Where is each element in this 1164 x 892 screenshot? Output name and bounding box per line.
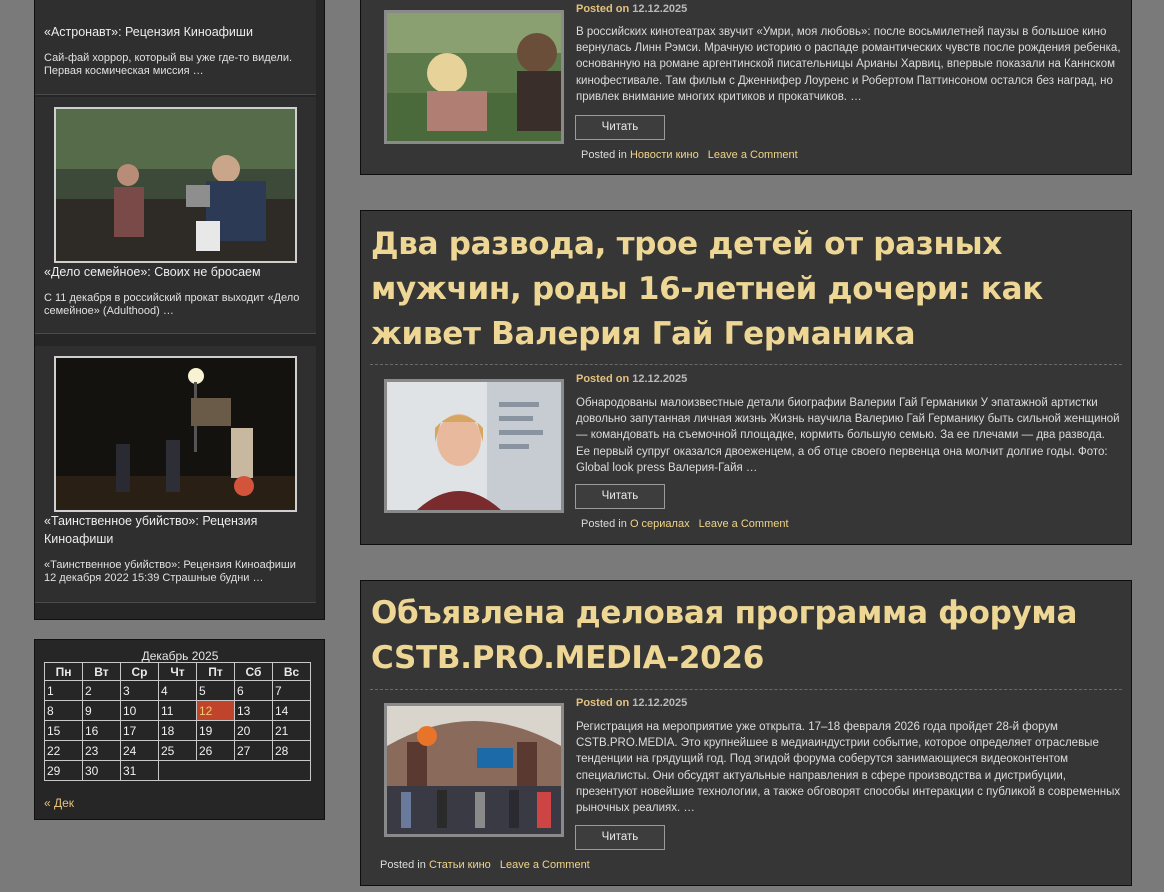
calendar-weekday-header: Чт bbox=[158, 662, 197, 681]
calendar-day: 5 bbox=[196, 680, 235, 701]
post-meta: Posted on 12.12.2025 bbox=[576, 3, 687, 15]
calendar-day: 11 bbox=[158, 700, 197, 721]
sidebar-post-title[interactable]: «Дело семейное»: Своих не бросаем bbox=[44, 263, 304, 281]
post-category-link[interactable]: О сериалах bbox=[630, 518, 690, 530]
sidebar-post-excerpt: С 11 декабря в российский прокат выходит… bbox=[44, 292, 300, 317]
calendar-day: 27 bbox=[234, 740, 273, 761]
calendar-day: 13 bbox=[234, 700, 273, 721]
calendar-day: 17 bbox=[120, 720, 159, 741]
sidebar-post-title[interactable]: «Таинственное убийство»: Рецензия Киноаф… bbox=[44, 512, 304, 548]
post-excerpt: Обнародованы малоизвестные детали биогра… bbox=[576, 397, 1120, 474]
calendar-week-row: 22 23 24 25 26 27 28 bbox=[44, 740, 311, 761]
leave-comment-link[interactable]: Leave a Comment bbox=[708, 149, 798, 161]
calendar-day: 16 bbox=[82, 720, 121, 741]
calendar-day: 8 bbox=[44, 700, 83, 721]
post-footer: Posted in О сериалах Leave a Comment bbox=[581, 518, 789, 530]
posted-on-label: Posted on bbox=[576, 697, 630, 709]
post-meta: Posted on 12.12.2025 bbox=[576, 697, 687, 709]
post-date[interactable]: 12.12.2025 bbox=[632, 697, 687, 709]
sidebar-post-thumbnail[interactable] bbox=[54, 107, 297, 263]
post-card: Два развода, трое детей от разных мужчин… bbox=[360, 210, 1132, 545]
post-date[interactable]: 12.12.2025 bbox=[632, 3, 687, 15]
calendar-day: 24 bbox=[120, 740, 159, 761]
post-thumbnail[interactable] bbox=[384, 10, 564, 144]
calendar-day: 9 bbox=[82, 700, 121, 721]
sidebar-post-excerpt: «Таинственное убийство»: Рецензия Киноаф… bbox=[44, 559, 296, 584]
calendar-day: 31 bbox=[120, 760, 159, 781]
calendar-day: 26 bbox=[196, 740, 235, 761]
post-thumbnail[interactable] bbox=[384, 703, 564, 837]
post-date[interactable]: 12.12.2025 bbox=[632, 373, 687, 385]
sidebar-post-item[interactable]: «Астронавт»: Рецензия Киноафиши Сай-фай … bbox=[35, 0, 316, 95]
post-footer: Posted in Новости кино Leave a Comment bbox=[581, 149, 798, 161]
calendar-day: 30 bbox=[82, 760, 121, 781]
calendar-weekday-header: Сб bbox=[234, 662, 273, 681]
calendar-day: 18 bbox=[158, 720, 197, 741]
calendar-pad bbox=[158, 760, 311, 781]
post-divider bbox=[370, 364, 1122, 365]
posted-in-label: Posted in bbox=[581, 149, 627, 161]
calendar-weekday-header: Пт bbox=[196, 662, 235, 681]
calendar-day: 22 bbox=[44, 740, 83, 761]
posted-on-label: Posted on bbox=[576, 373, 630, 385]
calendar-day: 2 bbox=[82, 680, 121, 701]
calendar-week-row: 29 30 31 bbox=[44, 760, 311, 781]
post-thumbnail[interactable] bbox=[384, 379, 564, 513]
posted-on-label: Posted on bbox=[576, 3, 630, 15]
calendar-week-row: 1234567 bbox=[44, 680, 311, 701]
calendar-week-row: 8 9 10 11 12 13 14 bbox=[44, 700, 311, 721]
sidebar-post-thumbnail[interactable] bbox=[54, 356, 297, 512]
calendar-weekday-header: Ср bbox=[120, 662, 159, 681]
sidebar-post-excerpt: Сай-фай хоррор, который вы уже где-то ви… bbox=[44, 52, 293, 77]
posted-in-label: Posted in bbox=[380, 859, 426, 871]
posted-in-label: Posted in bbox=[581, 518, 627, 530]
calendar-caption: Декабрь 2025 bbox=[141, 649, 219, 663]
calendar-day: 10 bbox=[120, 700, 159, 721]
calendar-day: 20 bbox=[234, 720, 273, 741]
calendar-widget: Декабрь 2025 Пн Вт Ср Чт Пт Сб Вс 1 2 3 4 5 6 7 8 9 10 1… bbox=[34, 639, 325, 820]
post-meta: Posted on 12.12.2025 bbox=[576, 373, 687, 385]
read-more-button[interactable]: Читать bbox=[575, 825, 665, 850]
calendar-weekday-header: Вс bbox=[272, 662, 311, 681]
calendar-prev-month-link[interactable]: « Дек bbox=[44, 796, 74, 810]
post-footer: Posted in Статьи кино Leave a Comment bbox=[380, 859, 590, 871]
read-more-button[interactable]: Читать bbox=[575, 484, 665, 509]
calendar-day: 25 bbox=[158, 740, 197, 761]
post-category-link[interactable]: Статьи кино bbox=[429, 859, 491, 871]
post-category-link[interactable]: Новости кино bbox=[630, 149, 699, 161]
post-card: Объявлена деловая программа форума CSTB.… bbox=[360, 580, 1132, 886]
calendar-day: 21 bbox=[272, 720, 311, 741]
calendar-day: 1 bbox=[44, 680, 83, 701]
sidebar-post-item[interactable]: «Таинственное убийство»: Рецензия Киноаф… bbox=[35, 346, 316, 603]
calendar-day: 7 bbox=[272, 680, 311, 701]
calendar-day-today: 12 bbox=[196, 700, 235, 721]
sidebar-widget: «Астронавт»: Рецензия Киноафиши Сай-фай … bbox=[34, 0, 325, 620]
post-excerpt: В российских кинотеатрах звучит «Умри, м… bbox=[576, 26, 1121, 103]
calendar-day: 6 bbox=[234, 680, 273, 701]
leave-comment-link[interactable]: Leave a Comment bbox=[699, 518, 789, 530]
calendar-weekday-header: Пн bbox=[44, 662, 83, 681]
calendar-day: 3 bbox=[120, 680, 159, 701]
calendar-weekday-header: Вт bbox=[82, 662, 121, 681]
sidebar-post-title[interactable]: «Астронавт»: Рецензия Киноафиши bbox=[44, 23, 304, 41]
post-title[interactable]: Два развода, трое детей от разных мужчин… bbox=[371, 222, 1111, 357]
post-excerpt: Регистрация на мероприятие уже открыта. … bbox=[576, 721, 1121, 815]
leave-comment-link[interactable]: Leave a Comment bbox=[500, 859, 590, 871]
sidebar-post-item[interactable]: «Дело семейное»: Своих не бросаем С 11 д… bbox=[35, 97, 316, 334]
calendar-table: Пн Вт Ср Чт Пт Сб Вс 1 2 3 4 5 6 7 8 9 10 11 12 13 14 15 16 17… bbox=[44, 662, 311, 781]
post-card: Posted on 12.12.2025 В российских киноте… bbox=[360, 0, 1132, 175]
calendar-day: 15 bbox=[44, 720, 83, 741]
calendar-day: 14 bbox=[272, 700, 311, 721]
read-more-button[interactable]: Читать bbox=[575, 115, 665, 140]
calendar-day: 28 bbox=[272, 740, 311, 761]
calendar-day: 19 bbox=[196, 720, 235, 741]
calendar-day: 29 bbox=[44, 760, 83, 781]
post-title[interactable]: Объявлена деловая программа форума CSTB.… bbox=[371, 591, 1111, 681]
calendar-day: 23 bbox=[82, 740, 121, 761]
post-divider bbox=[370, 689, 1122, 690]
calendar-day: 4 bbox=[158, 680, 197, 701]
calendar-week-row: 15 16 17 18 19 20 21 bbox=[44, 720, 311, 741]
